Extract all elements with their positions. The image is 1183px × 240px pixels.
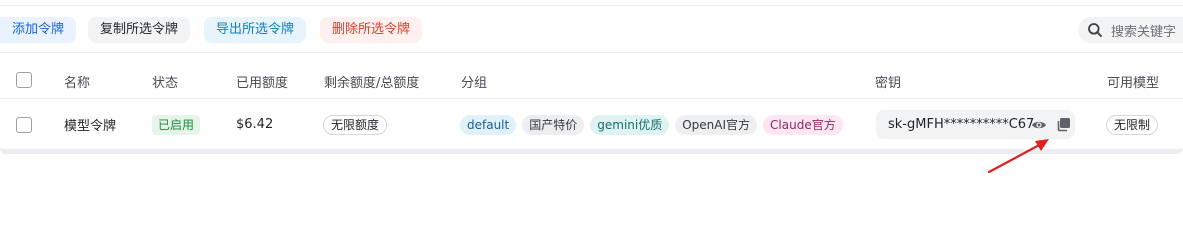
export-selected-tokens-button[interactable]: 导出所选令牌 xyxy=(204,17,307,43)
search-icon xyxy=(1088,23,1102,37)
toolbar: 添加令牌 复制所选令牌 导出所选令牌 删除所选令牌 xyxy=(0,17,1183,43)
eye-icon[interactable] xyxy=(1031,117,1047,133)
search-placeholder: 搜索关键字 xyxy=(1111,24,1177,40)
arrow-annotation xyxy=(987,139,1049,174)
remaining-quota-badge: 无限额度 xyxy=(323,114,388,135)
top-divider xyxy=(0,0,1183,6)
col-key: 密钥 xyxy=(875,76,902,91)
token-name: 模型令牌 xyxy=(64,119,117,134)
add-token-button[interactable]: 添加令牌 xyxy=(0,17,77,43)
search-input[interactable]: 搜索关键字 xyxy=(1078,17,1183,43)
group-tag-claude: Claude官方 xyxy=(763,114,843,135)
col-remaining-quota: 剩余额度/总额度 xyxy=(324,76,420,91)
col-models: 可用模型 xyxy=(1107,76,1160,91)
group-tag-openai: OpenAI官方 xyxy=(675,114,758,135)
table-header: 名称 状态 已用额度 剩余额度/总额度 分组 密钥 可用模型 xyxy=(0,61,1183,99)
col-status: 状态 xyxy=(152,76,179,91)
delete-selected-tokens-button[interactable]: 删除所选令牌 xyxy=(320,17,423,43)
group-tag-gemini: gemini优质 xyxy=(590,114,670,135)
col-name: 名称 xyxy=(64,76,91,91)
group-tag-default: default xyxy=(460,114,517,135)
col-used-quota: 已用额度 xyxy=(236,76,289,91)
group-tag-domestic: 国产特价 xyxy=(522,114,585,135)
key-text: sk-gMFH**********C67 xyxy=(888,117,1035,132)
group-tags: default 国产特价 gemini优质 OpenAI官方 Claude官方 xyxy=(460,100,849,149)
copy-selected-tokens-button[interactable]: 复制所选令牌 xyxy=(88,17,191,43)
row-checkbox[interactable] xyxy=(16,100,32,149)
copy-icon[interactable] xyxy=(1056,117,1071,132)
status-badge: 已启用 xyxy=(152,114,201,135)
select-all-checkbox[interactable] xyxy=(16,72,32,88)
used-quota: $6.42 xyxy=(236,117,274,132)
col-group: 分组 xyxy=(461,76,488,91)
key-field: sk-gMFH**********C67 xyxy=(876,110,1075,139)
toolbar-divider xyxy=(0,52,1183,53)
models-badge: 无限制 xyxy=(1106,114,1159,135)
